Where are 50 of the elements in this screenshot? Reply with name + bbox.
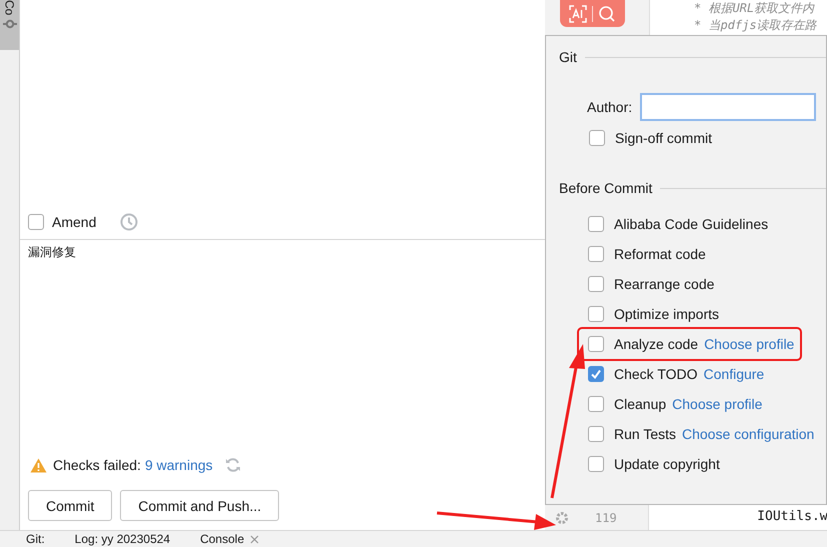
option-link[interactable]: Choose profile — [704, 336, 794, 352]
tool-tab[interactable]: Git: — [26, 532, 45, 546]
option-label: Analyze code — [614, 336, 698, 352]
option-label: Rearrange code — [614, 276, 714, 292]
option-label: Sign-off commit — [615, 130, 712, 146]
ai-toolbar[interactable] — [560, 0, 625, 27]
section-title: Before Commit — [559, 180, 652, 196]
gear-icon[interactable] — [555, 510, 569, 524]
amend-label: Amend — [52, 214, 96, 230]
checkbox[interactable] — [588, 426, 604, 442]
close-icon[interactable] — [250, 534, 260, 544]
refresh-icon[interactable] — [224, 457, 241, 473]
checks-status: Checks failed: — [53, 457, 141, 473]
commit-button[interactable]: Commit — [28, 490, 112, 521]
option-label: Update copyright — [614, 456, 720, 472]
commit-icon — [2, 19, 16, 30]
option-label: Run Tests — [614, 426, 676, 442]
checkbox[interactable] — [589, 130, 605, 146]
tool-tab[interactable]: Console — [200, 532, 244, 546]
author-field[interactable] — [640, 93, 816, 121]
option-label: Optimize imports — [614, 306, 720, 322]
checkbox[interactable] — [588, 336, 604, 352]
option-link[interactable]: Choose configuration — [682, 426, 814, 442]
checkbox[interactable] — [588, 276, 604, 292]
commit-message[interactable]: 漏洞修复 — [28, 245, 76, 259]
checkbox[interactable] — [588, 216, 604, 232]
checkbox[interactable] — [588, 366, 604, 382]
checkbox[interactable] — [28, 214, 44, 230]
author-label: Author: — [587, 99, 632, 115]
commit-and-push-button[interactable]: Commit and Push... — [120, 490, 280, 521]
tool-tab[interactable]: Log: yy 20230524 — [74, 532, 170, 546]
option-link[interactable]: Choose profile — [672, 396, 762, 412]
warnings-link[interactable]: 9 warnings — [144, 457, 213, 473]
checkbox[interactable] — [588, 456, 604, 472]
checkbox[interactable] — [588, 306, 604, 322]
checkbox[interactable] — [588, 396, 604, 412]
line-number: 119 — [595, 510, 617, 524]
section-title: Git — [559, 49, 577, 65]
history-icon[interactable] — [120, 213, 138, 231]
warning-icon — [30, 458, 47, 472]
option-label: Alibaba Code Guidelines — [614, 216, 768, 232]
option-link[interactable]: Configure — [704, 366, 764, 382]
option-label: Cleanup — [614, 396, 666, 412]
checkbox[interactable] — [588, 246, 604, 262]
ai-icon[interactable] — [569, 4, 587, 22]
code-comment: * 当pdfjs读取存在路 — [694, 18, 817, 33]
code-comment: * 根据URL获取文件内 — [694, 1, 816, 16]
option-label: Reformat code — [614, 246, 706, 262]
search-icon[interactable] — [598, 4, 616, 22]
option-label: Check TODO — [614, 366, 698, 382]
